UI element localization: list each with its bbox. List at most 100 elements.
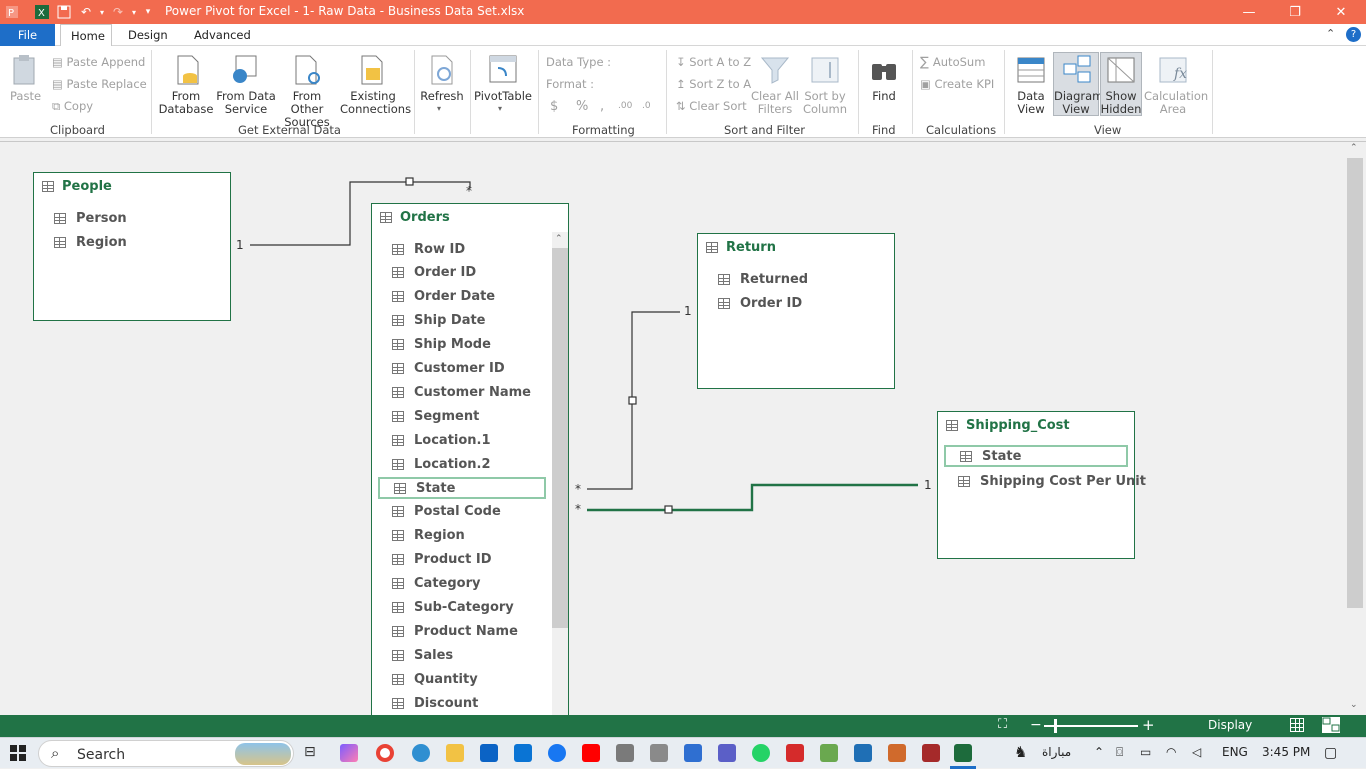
excel-icon[interactable]: X: [34, 4, 50, 20]
photos-icon[interactable]: [854, 744, 872, 762]
excel-taskbar-icon[interactable]: [954, 744, 972, 762]
minimize-button[interactable]: —: [1226, 0, 1272, 24]
column-customer-name[interactable]: Customer Name: [392, 381, 531, 403]
paste-append-button[interactable]: ▤ Paste Append: [52, 56, 145, 69]
file-explorer-icon[interactable]: [446, 744, 464, 762]
column-customer-id[interactable]: Customer ID: [392, 358, 505, 380]
language-indicator[interactable]: ENG: [1222, 745, 1248, 759]
facebook-icon[interactable]: [548, 744, 566, 762]
show-hidden-button[interactable]: Show Hidden: [1100, 90, 1142, 116]
app-icon[interactable]: [684, 744, 702, 762]
table-shipping-cost-header[interactable]: Shipping_Cost: [946, 418, 1070, 433]
sort-z-to-a-button[interactable]: ↥ Sort Z to A: [676, 78, 751, 91]
fit-to-screen-icon[interactable]: ⛶: [998, 717, 1007, 732]
table-people[interactable]: People Person Region: [33, 172, 231, 321]
zoom-slider-handle[interactable]: [1054, 719, 1057, 733]
app-icon[interactable]: [888, 744, 906, 762]
undo-icon[interactable]: ↶: [78, 4, 94, 20]
from-data-service-button[interactable]: From Data Service: [216, 90, 276, 116]
column-quantity[interactable]: Quantity: [392, 668, 478, 690]
winrar-icon[interactable]: [922, 744, 940, 762]
outlook-icon[interactable]: [514, 744, 532, 762]
table-return[interactable]: Return Returned Order ID: [697, 233, 895, 389]
notification-icon[interactable]: ▢: [1324, 745, 1337, 761]
wifi-icon[interactable]: ◠: [1166, 745, 1176, 759]
refresh-button[interactable]: Refresh: [420, 90, 464, 103]
zoom-in-icon[interactable]: +: [1142, 716, 1155, 734]
scroll-down-icon[interactable]: ⌄: [1350, 700, 1358, 710]
task-view-icon[interactable]: ⊟: [304, 744, 322, 762]
column-product-id[interactable]: Product ID: [392, 549, 492, 571]
percent-icon[interactable]: %: [576, 100, 588, 113]
column-category[interactable]: Category: [392, 573, 480, 595]
canvas-scrollbar-thumb[interactable]: [1347, 158, 1363, 608]
table-orders[interactable]: Orders ⌃ Row ID Order ID Order Date Ship Da…: [371, 203, 569, 715]
orders-scrollbar-thumb[interactable]: [552, 248, 568, 628]
table-people-header[interactable]: People: [42, 179, 112, 194]
pivottable-button[interactable]: PivotTable: [474, 90, 532, 103]
clock[interactable]: 3:45 PM: [1262, 745, 1310, 759]
save-icon[interactable]: [56, 4, 72, 20]
create-kpi-button[interactable]: ▣ Create KPI: [920, 78, 994, 91]
diagram-view-button[interactable]: Diagram View: [1054, 90, 1103, 116]
news-label[interactable]: مباراة: [1042, 745, 1071, 759]
app-icon[interactable]: [616, 744, 634, 762]
scroll-up-icon[interactable]: ⌃: [1350, 143, 1358, 153]
tab-design[interactable]: Design: [118, 24, 178, 46]
app-icon[interactable]: [820, 744, 838, 762]
clear-sort-button[interactable]: ⇅ Clear Sort: [676, 100, 747, 113]
clear-all-filters-button[interactable]: Clear All Filters: [748, 90, 802, 116]
column-postal-code[interactable]: Postal Code: [392, 501, 501, 523]
diagram-view-status-icon[interactable]: [1322, 717, 1340, 733]
currency-icon[interactable]: $: [550, 100, 558, 113]
column-region[interactable]: Region: [54, 231, 127, 253]
column-order-date[interactable]: Order Date: [392, 286, 495, 308]
close-button[interactable]: ✕: [1318, 0, 1364, 24]
find-button[interactable]: Find: [864, 90, 904, 103]
orders-scrollbar[interactable]: ⌃: [552, 232, 568, 715]
autosum-button[interactable]: ∑ AutoSum: [920, 56, 985, 70]
column-location-1[interactable]: Location.1: [392, 429, 491, 451]
comma-icon[interactable]: ,: [600, 100, 604, 113]
paste-replace-button[interactable]: ▤ Paste Replace: [52, 78, 147, 91]
tray-chevron-icon[interactable]: ⌃: [1094, 745, 1104, 759]
column-person[interactable]: Person: [54, 207, 127, 229]
paste-button[interactable]: Paste: [10, 90, 41, 103]
zoom-slider[interactable]: [1044, 725, 1138, 727]
column-region[interactable]: Region: [392, 525, 465, 547]
wps-icon[interactable]: [786, 744, 804, 762]
column-state[interactable]: State: [378, 477, 546, 499]
column-sales[interactable]: Sales: [392, 644, 453, 666]
tab-file[interactable]: File: [0, 24, 55, 46]
taskbar-search[interactable]: ⌕ Search: [38, 740, 294, 767]
from-database-button[interactable]: From Database: [156, 90, 216, 116]
calculation-area-button[interactable]: Calculation Area: [1144, 90, 1208, 116]
tab-advanced[interactable]: Advanced: [184, 24, 261, 46]
canvas-vertical-scrollbar[interactable]: ⌃ ⌄: [1346, 142, 1364, 715]
edge-icon[interactable]: [412, 744, 430, 762]
column-order-id[interactable]: Order ID: [718, 292, 802, 314]
battery-icon[interactable]: ▭: [1140, 745, 1151, 759]
camera-icon[interactable]: ⌼: [1116, 745, 1123, 760]
existing-connections-button[interactable]: Existing Connections: [340, 90, 411, 116]
tab-home[interactable]: Home: [60, 24, 112, 47]
column-row-id[interactable]: Row ID: [392, 238, 465, 260]
diagram-canvas[interactable]: 1 * * 1 * 1 People Person Region Orders …: [0, 141, 1366, 715]
column-sub-category[interactable]: Sub-Category: [392, 597, 514, 619]
sort-by-column-button[interactable]: Sort by Column: [798, 90, 852, 116]
table-shipping-cost[interactable]: Shipping_Cost State Shipping Cost Per Un…: [937, 411, 1146, 559]
column-ship-mode[interactable]: Ship Mode: [392, 334, 491, 356]
youtube-icon[interactable]: [582, 744, 600, 762]
column-ship-date[interactable]: Ship Date: [392, 310, 486, 332]
scroll-up-icon[interactable]: ⌃: [555, 234, 563, 244]
copilot-icon[interactable]: [340, 744, 358, 762]
column-returned[interactable]: Returned: [718, 268, 808, 290]
teams-icon[interactable]: [718, 744, 736, 762]
help-icon[interactable]: ?: [1346, 27, 1361, 42]
column-discount[interactable]: Discount: [392, 692, 478, 714]
sort-a-to-z-button[interactable]: ↧ Sort A to Z: [676, 56, 751, 69]
copy-button[interactable]: ⧉ Copy: [52, 100, 93, 113]
decrease-decimal-icon[interactable]: .0: [642, 100, 651, 113]
pivottable-dropdown-icon[interactable]: ▾: [498, 102, 502, 115]
column-location-2[interactable]: Location.2: [392, 453, 491, 475]
